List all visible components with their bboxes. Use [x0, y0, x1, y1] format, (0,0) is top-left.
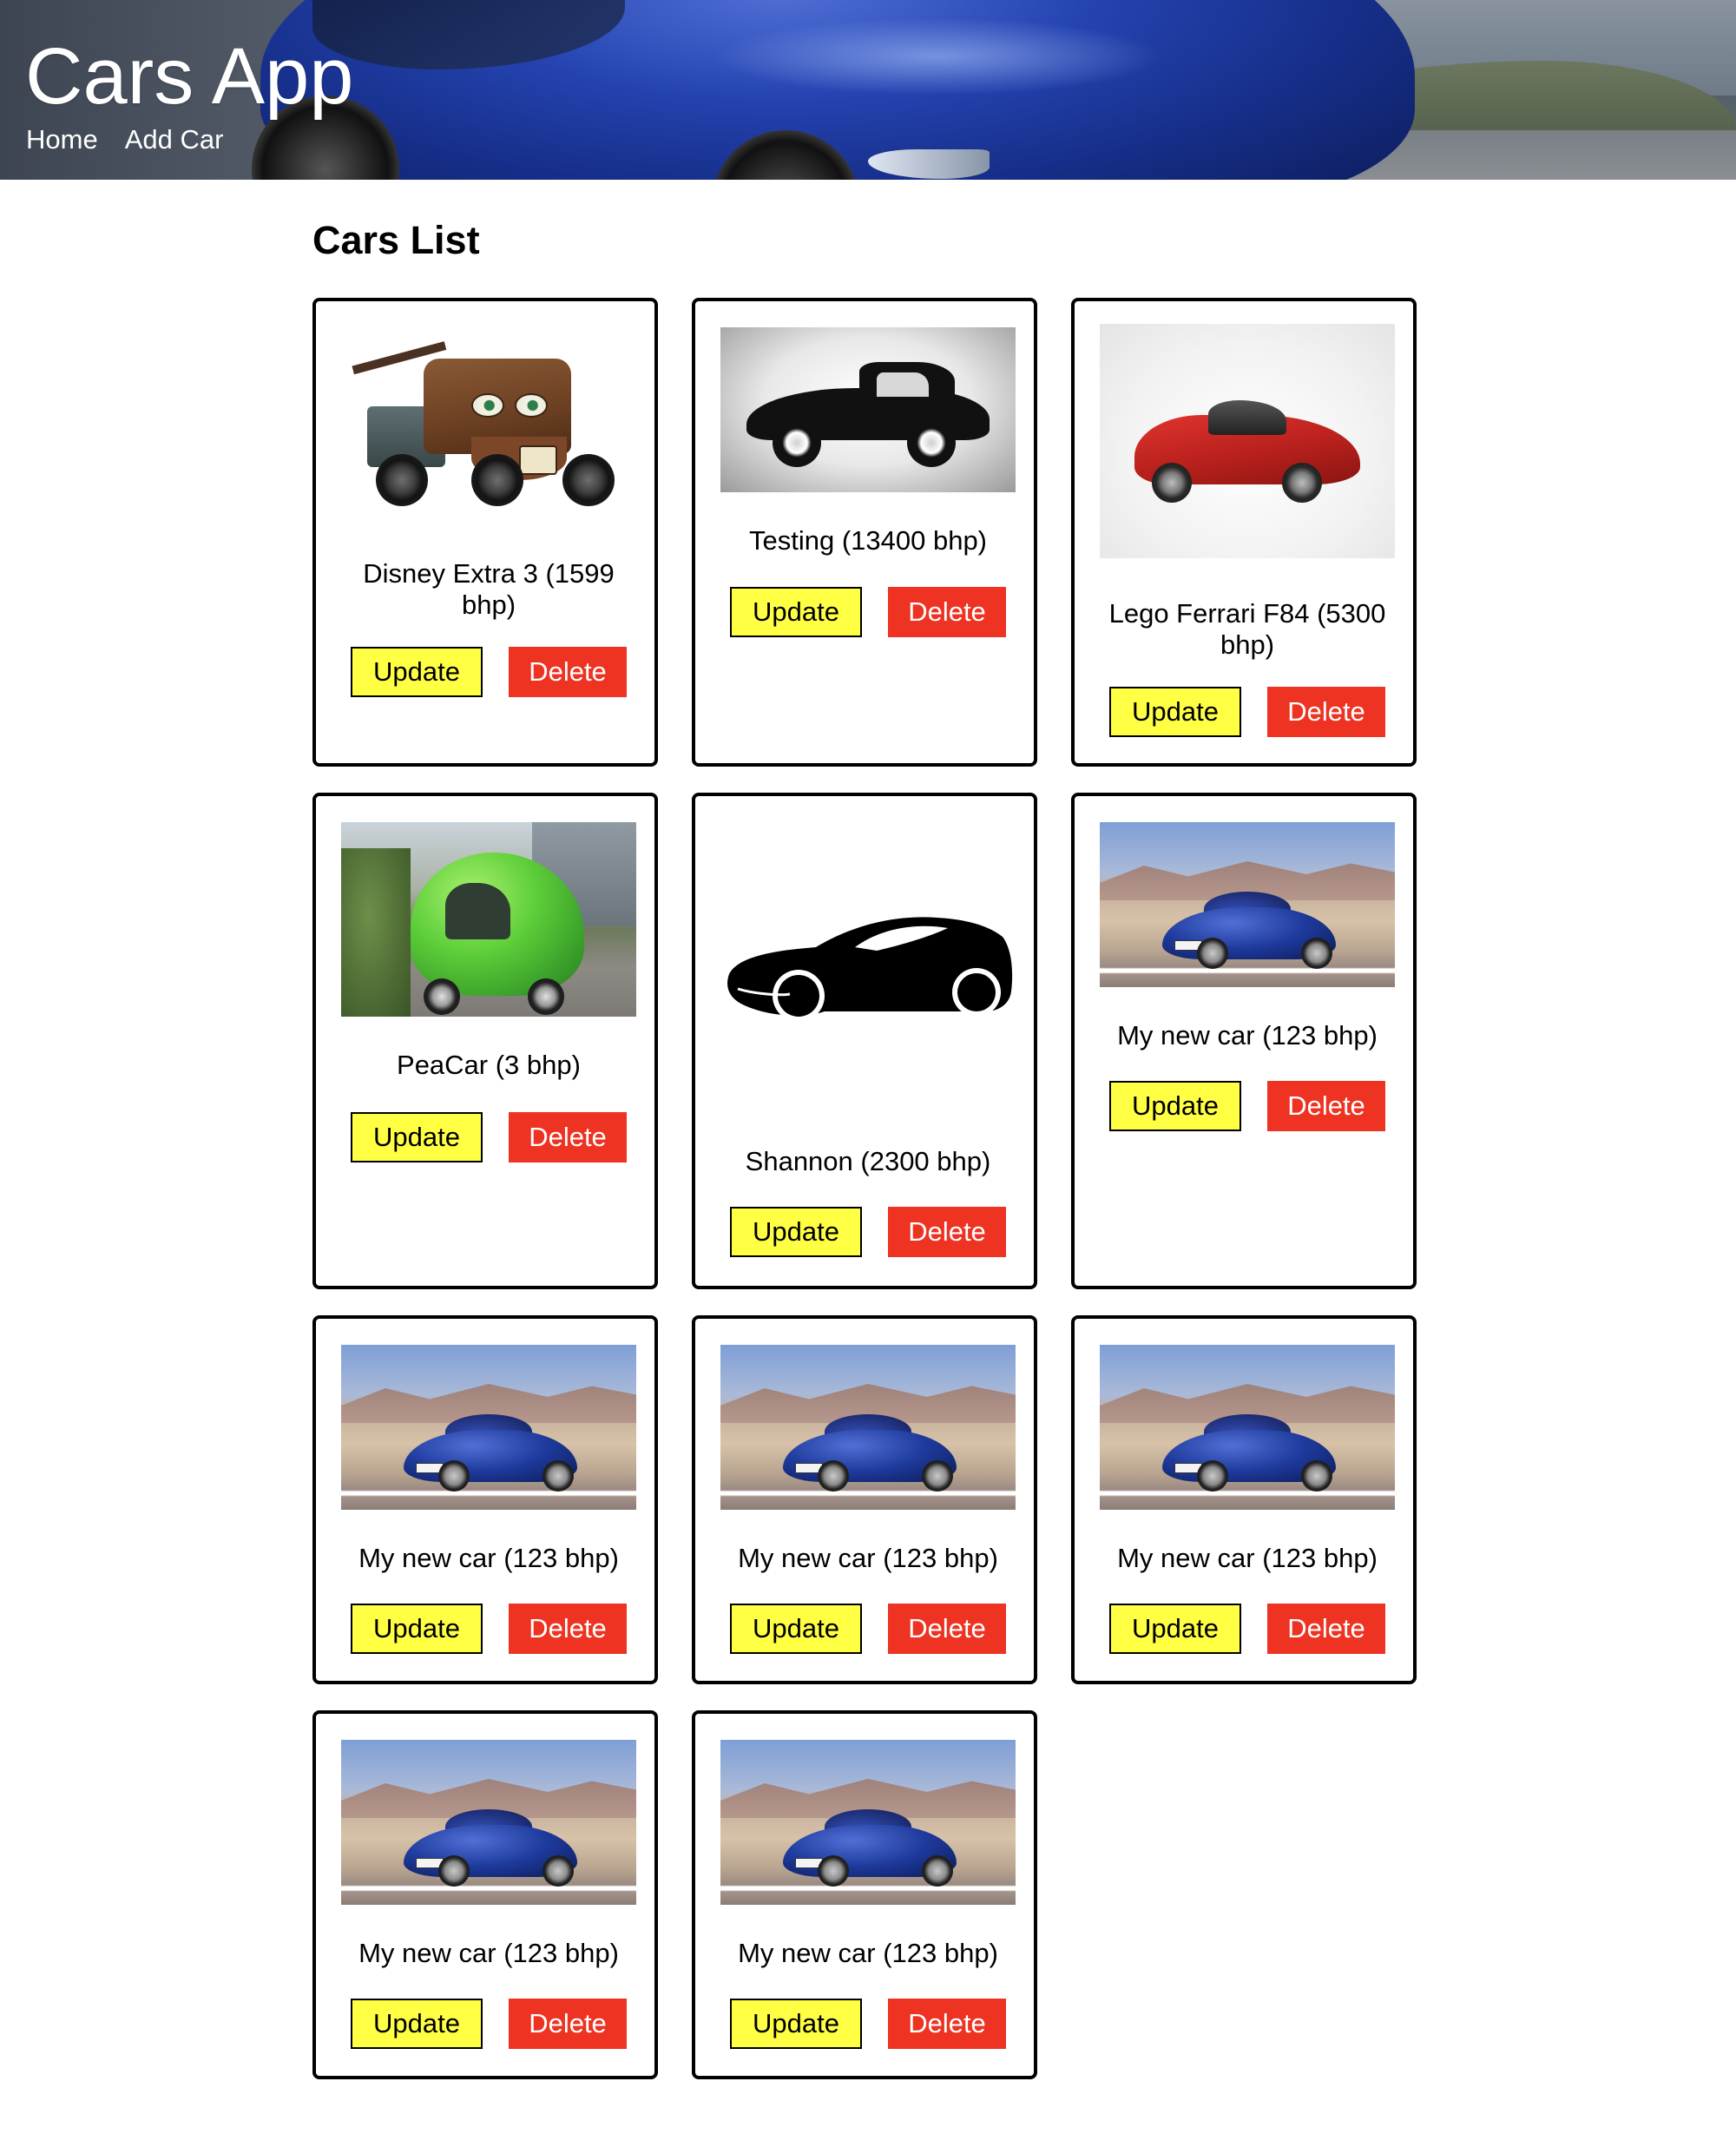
delete-button[interactable]: Delete — [509, 1112, 627, 1163]
car-card: Shannon (2300 bhp) Update Delete — [692, 793, 1037, 1289]
header-banner: Cars App Home Add Car — [0, 0, 1736, 180]
car-image-bugatti — [720, 1740, 1016, 1905]
car-image-lego-ferrari — [1100, 324, 1395, 558]
update-button[interactable]: Update — [351, 647, 483, 697]
cars-grid: Disney Extra 3 (1599 bhp) Update Delete … — [312, 298, 1424, 2079]
car-card: My new car (123 bhp) Update Delete — [312, 1710, 658, 2079]
car-image-pea-car — [341, 822, 636, 1017]
car-card: Lego Ferrari F84 (5300 bhp) Update Delet… — [1071, 298, 1417, 767]
update-button[interactable]: Update — [1109, 1604, 1241, 1654]
car-image-bugatti — [341, 1740, 636, 1905]
car-silhouette-icon — [727, 917, 1013, 1022]
header-car-highlight — [712, 17, 1163, 96]
delete-button[interactable]: Delete — [888, 1604, 1006, 1654]
update-button[interactable]: Update — [351, 1112, 483, 1163]
delete-button[interactable]: Delete — [888, 1207, 1006, 1257]
car-label: Shannon (2300 bhp) — [745, 1146, 991, 1176]
delete-button[interactable]: Delete — [1267, 1081, 1385, 1131]
car-label: My new car (123 bhp) — [358, 1938, 619, 1968]
update-button[interactable]: Update — [730, 1604, 862, 1654]
car-label: PeaCar (3 bhp) — [397, 1050, 581, 1080]
car-image-bugatti — [1100, 1345, 1395, 1510]
car-label: Lego Ferrari F84 (5300 bhp) — [1108, 598, 1386, 660]
car-card: PeaCar (3 bhp) Update Delete — [312, 793, 658, 1289]
update-button[interactable]: Update — [730, 1207, 862, 1257]
car-label: Disney Extra 3 (1599 bhp) — [363, 558, 615, 620]
delete-button[interactable]: Delete — [888, 1999, 1006, 2049]
page-title: Cars List — [312, 218, 480, 262]
car-label: Testing (13400 bhp) — [748, 525, 988, 556]
update-button[interactable]: Update — [1109, 687, 1241, 737]
delete-button[interactable]: Delete — [1267, 687, 1385, 737]
update-button[interactable]: Update — [730, 1999, 862, 2049]
nav-add-car-link[interactable]: Add Car — [125, 123, 224, 156]
car-card: Disney Extra 3 (1599 bhp) Update Delete — [312, 298, 658, 767]
car-card: Testing (13400 bhp) Update Delete — [692, 298, 1037, 767]
car-card: My new car (123 bhp) Update Delete — [1071, 1315, 1417, 1684]
update-button[interactable]: Update — [351, 1604, 483, 1654]
car-card: My new car (123 bhp) Update Delete — [692, 1315, 1037, 1684]
main-nav: Home Add Car — [26, 123, 223, 156]
update-button[interactable]: Update — [1109, 1081, 1241, 1131]
car-label: My new car (123 bhp) — [1117, 1543, 1378, 1573]
car-card: My new car (123 bhp) Update Delete — [1071, 793, 1417, 1289]
car-image-silhouette — [720, 822, 1016, 1117]
delete-button[interactable]: Delete — [1267, 1604, 1385, 1654]
car-card: My new car (123 bhp) Update Delete — [312, 1315, 658, 1684]
delete-button[interactable]: Delete — [888, 587, 1006, 637]
car-label: My new car (123 bhp) — [738, 1543, 998, 1573]
car-image-tow-truck — [341, 324, 636, 524]
car-image-bugatti — [341, 1345, 636, 1510]
car-label: My new car (123 bhp) — [738, 1938, 998, 1968]
car-label: My new car (123 bhp) — [358, 1543, 619, 1573]
car-image-classic — [720, 327, 1016, 492]
update-button[interactable]: Update — [351, 1999, 483, 2049]
delete-button[interactable]: Delete — [509, 1999, 627, 2049]
nav-home-link[interactable]: Home — [26, 123, 98, 156]
app-title: Cars App — [25, 32, 354, 121]
car-label: My new car (123 bhp) — [1117, 1020, 1378, 1051]
car-image-bugatti — [1100, 822, 1395, 987]
car-image-bugatti — [720, 1345, 1016, 1510]
delete-button[interactable]: Delete — [509, 647, 627, 697]
car-card: My new car (123 bhp) Update Delete — [692, 1710, 1037, 2079]
update-button[interactable]: Update — [730, 587, 862, 637]
delete-button[interactable]: Delete — [509, 1604, 627, 1654]
